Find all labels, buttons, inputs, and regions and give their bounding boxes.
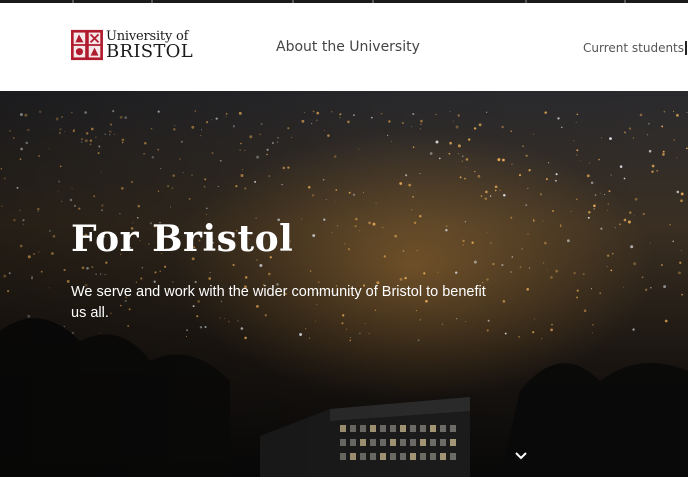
hero-title: For Bristol <box>71 218 294 260</box>
logo-line2: BRISTOL <box>105 40 193 62</box>
nav-about-university[interactable]: About the University <box>276 39 420 55</box>
nav-current-students[interactable]: Current students <box>583 41 684 55</box>
nav-divider <box>685 41 687 55</box>
hero-subtitle: We serve and work with the wider communi… <box>71 284 486 321</box>
hero-banner: For Bristol We serve and work with the w… <box>0 91 688 477</box>
site-header: University of BRISTOL About the Universi… <box>0 3 688 91</box>
chevron-down-icon[interactable] <box>512 449 530 463</box>
university-crest-icon <box>71 29 103 61</box>
logo-wordmark: University of BRISTOL <box>106 30 193 61</box>
university-logo-link[interactable]: University of BRISTOL <box>71 27 193 63</box>
